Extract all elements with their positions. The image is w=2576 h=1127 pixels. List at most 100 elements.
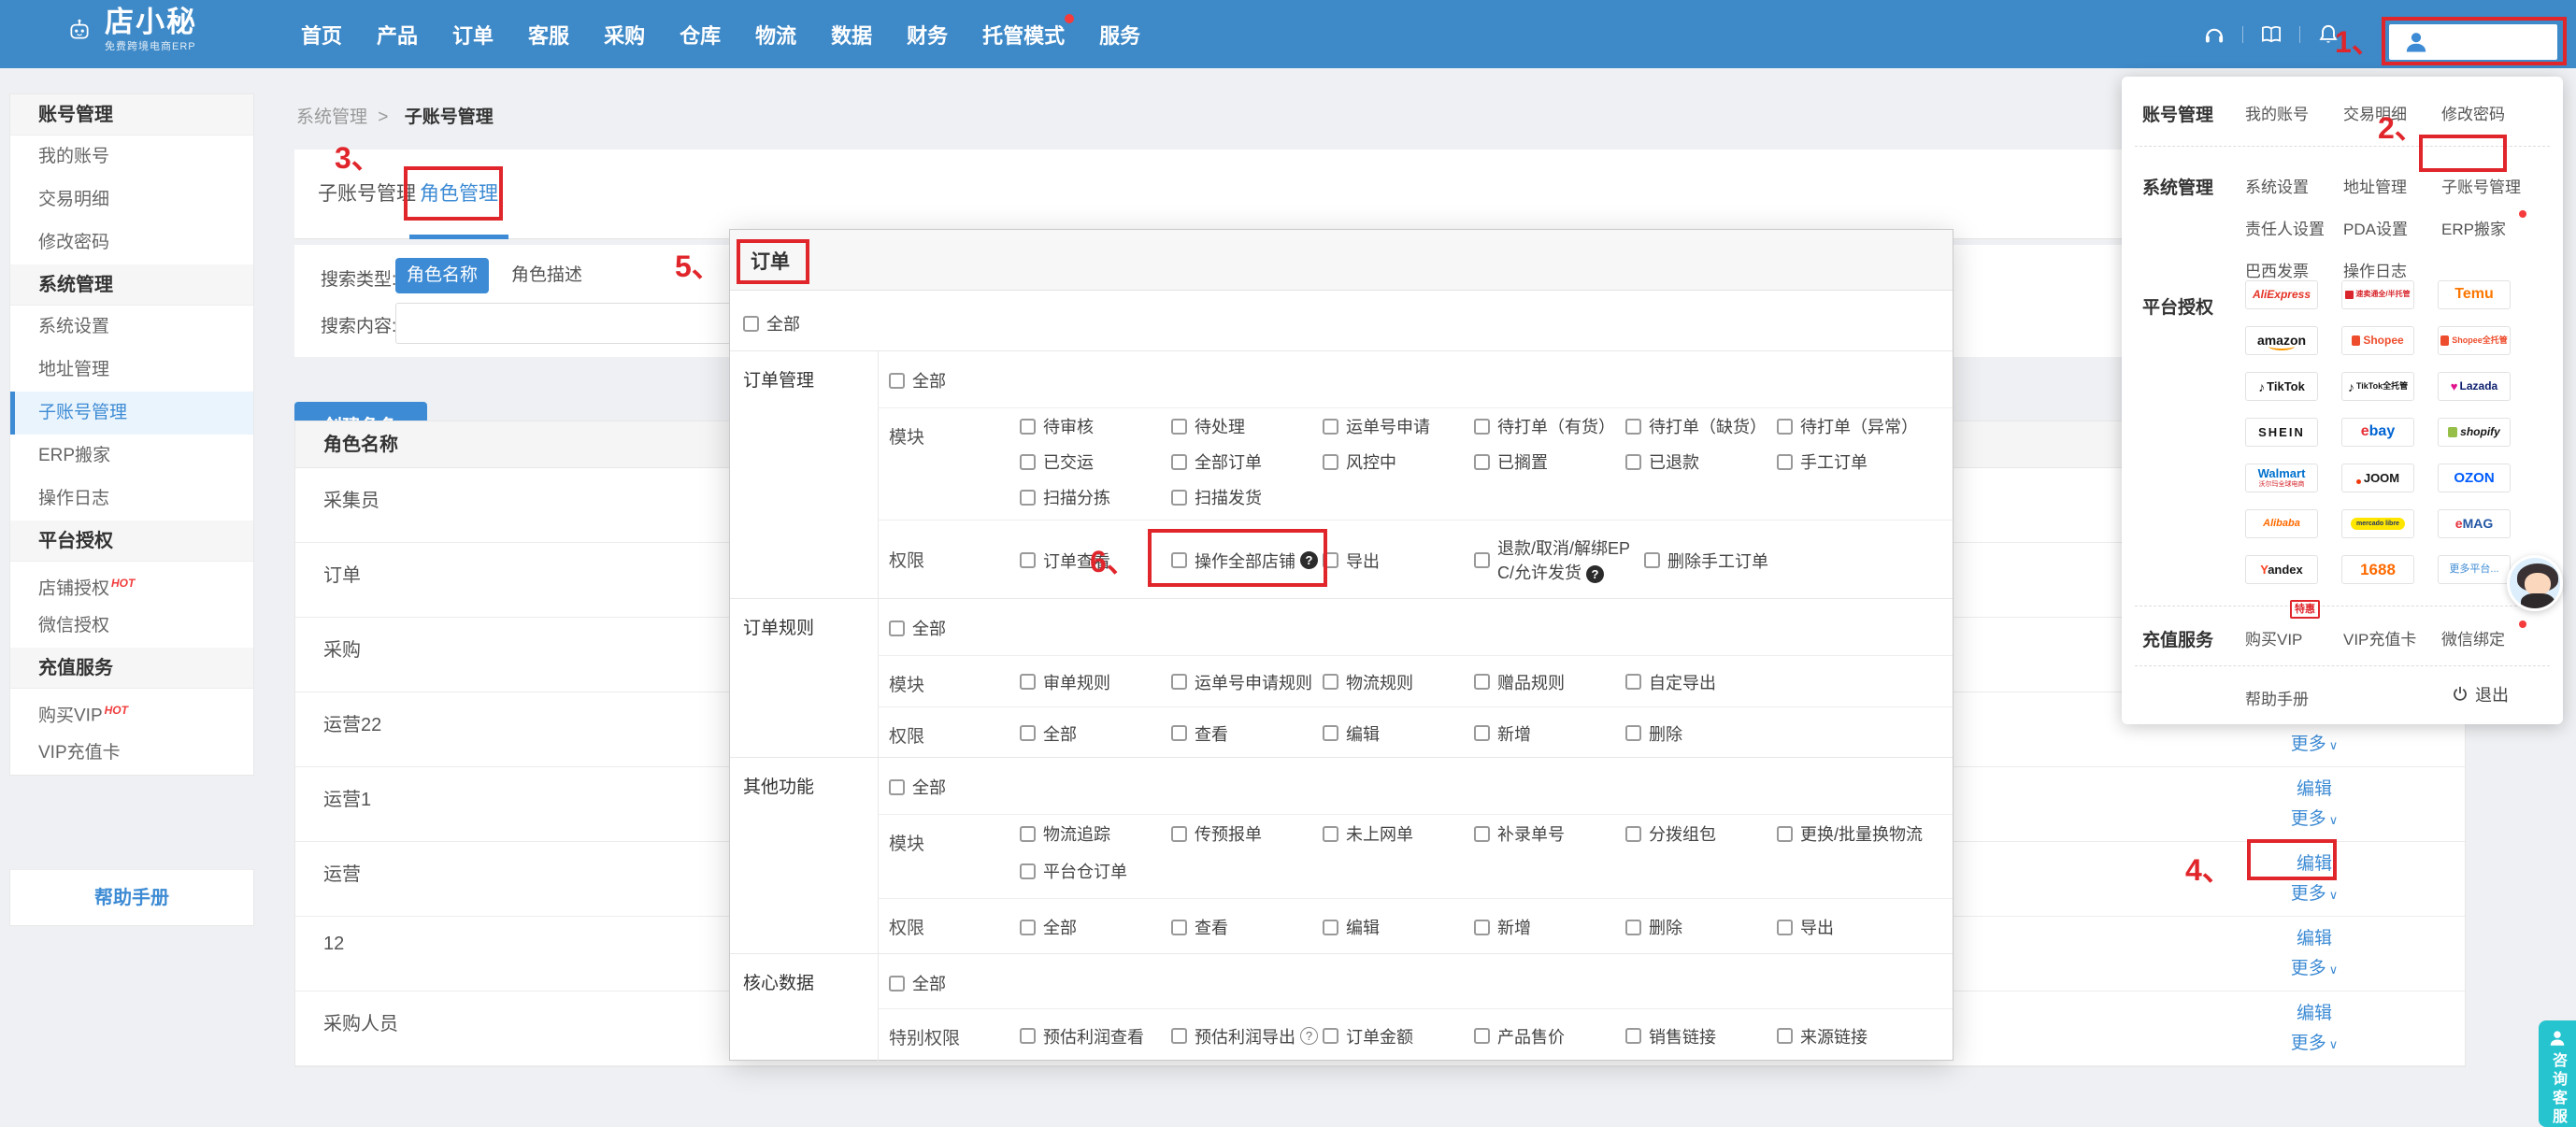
edit-link[interactable]: 编辑	[2258, 849, 2370, 879]
main-menu-item[interactable]: 托管模式	[982, 20, 1065, 50]
main-menu-item[interactable]: 数据	[831, 20, 872, 50]
module-checkbox-item[interactable]: 扫描分拣	[1020, 485, 1171, 509]
main-menu-item[interactable]: 首页	[301, 20, 342, 50]
sidebar-item[interactable]: 地址管理	[10, 349, 253, 392]
dd-link[interactable]: ERP搬家	[2441, 216, 2540, 239]
module-checkbox-item[interactable]: 审单规则	[1020, 670, 1171, 694]
dd-link[interactable]: 系统设置	[2245, 174, 2343, 197]
permission-checkbox-item[interactable]: 全部	[1020, 915, 1171, 939]
platform-auth-button[interactable]: Shopee	[2341, 326, 2414, 355]
platform-auth-button[interactable]: 1688	[2341, 555, 2414, 584]
platform-auth-button[interactable]: Lazada	[2438, 372, 2511, 401]
main-menu-item[interactable]: 订单	[452, 20, 494, 50]
search-type-role-desc[interactable]: 角色描述	[511, 258, 582, 293]
more-link[interactable]: 更多∨	[2258, 1029, 2370, 1060]
logout-button[interactable]: 退出	[2451, 682, 2509, 706]
module-checkbox-item[interactable]: 已搁置	[1474, 449, 1625, 474]
vip-card-link[interactable]: VIP充值卡	[2343, 626, 2441, 649]
tab-subaccount[interactable]: 子账号管理	[308, 150, 425, 238]
module-checkbox-item[interactable]: 传预报单	[1171, 821, 1323, 846]
permission-checkbox-item[interactable]: 全部	[1020, 721, 1171, 746]
main-menu-item[interactable]: 物流	[755, 20, 796, 50]
perm-refund-cancel[interactable]: 退款/取消/解绑EPC/允许发货?	[1474, 536, 1644, 585]
sidebar-item[interactable]: ERP搬家	[10, 435, 253, 478]
platform-auth-button[interactable]: Temu	[2438, 280, 2511, 309]
sidebar-item[interactable]: 店铺授权HOT	[10, 562, 253, 605]
permission-checkbox-item[interactable]: 新增	[1474, 915, 1625, 939]
dd-link[interactable]: 交易明细	[2343, 101, 2441, 124]
help-manual-link[interactable]: 帮助手册	[2245, 686, 2343, 709]
module-checkbox-item[interactable]: 待打单（有货）	[1474, 414, 1625, 438]
main-menu-item[interactable]: 服务	[1099, 20, 1140, 50]
section-all-checkbox[interactable]: 全部	[889, 971, 946, 995]
dd-link[interactable]: 巴西发票	[2245, 258, 2343, 281]
section-all-checkbox[interactable]: 全部	[889, 775, 946, 799]
special-permission-checkbox-item[interactable]: 来源链接	[1777, 1024, 1928, 1049]
customer-service-avatar[interactable]	[2507, 555, 2563, 611]
permission-checkbox-item[interactable]: 导出	[1777, 915, 1928, 939]
module-checkbox-item[interactable]: 风控中	[1323, 449, 1474, 474]
platform-auth-button[interactable]: AliExpress	[2245, 280, 2318, 309]
module-checkbox-item[interactable]: 已退款	[1625, 449, 1777, 474]
perm-operate-all-shops[interactable]: 操作全部店铺?	[1171, 549, 1323, 573]
permission-checkbox-item[interactable]: 编辑	[1323, 915, 1474, 939]
dd-link[interactable]: PDA设置	[2343, 216, 2441, 239]
platform-auth-button[interactable]: 速卖通全/半托管	[2341, 280, 2414, 309]
dd-link[interactable]: 地址管理	[2343, 174, 2441, 197]
platform-auth-button[interactable]: JOOM	[2341, 464, 2414, 492]
sidebar-item[interactable]: 我的账号	[10, 136, 253, 178]
sidebar-item[interactable]: 修改密码	[10, 221, 253, 264]
module-checkbox-item[interactable]: 物流规则	[1323, 670, 1474, 694]
module-checkbox-item[interactable]: 更换/批量换物流	[1777, 821, 1928, 846]
platform-auth-button[interactable]: mercado libre	[2341, 509, 2414, 538]
permission-checkbox-item[interactable]: 编辑	[1323, 721, 1474, 746]
module-checkbox-item[interactable]: 待审核	[1020, 414, 1171, 438]
module-checkbox-item[interactable]: 待打单（缺货）	[1625, 414, 1777, 438]
sidebar-item[interactable]: 微信授权	[10, 605, 253, 648]
sidebar-item[interactable]: 操作日志	[10, 478, 253, 521]
platform-auth-button[interactable]: TikTok	[2245, 372, 2318, 401]
consult-customer-service-button[interactable]: 咨询客服	[2539, 1020, 2576, 1127]
search-type-role-name[interactable]: 角色名称	[395, 258, 489, 293]
special-permission-checkbox-item[interactable]: 订单金额	[1323, 1024, 1474, 1049]
perm-delete-manual-order[interactable]: 删除手工订单	[1644, 549, 1796, 573]
special-permission-checkbox-item[interactable]: 预估利润导出?	[1171, 1024, 1323, 1049]
dd-link[interactable]: 修改密码	[2441, 101, 2540, 124]
module-checkbox-item[interactable]: 补录单号	[1474, 821, 1625, 846]
edit-link[interactable]: 编辑	[2258, 999, 2370, 1029]
section-all-checkbox[interactable]: 全部	[889, 616, 946, 640]
sidebar-item[interactable]: VIP充值卡	[10, 732, 253, 775]
main-menu-item[interactable]: 采购	[604, 20, 645, 50]
platform-auth-button[interactable]: TikTok全托管	[2341, 372, 2414, 401]
platform-auth-button[interactable]: Shopee全托管	[2438, 326, 2511, 355]
main-menu-item[interactable]: 财务	[907, 20, 948, 50]
platform-auth-button[interactable]: shopify	[2438, 418, 2511, 447]
more-link[interactable]: 更多∨	[2258, 805, 2370, 835]
help-icon[interactable]: ?	[1586, 565, 1604, 583]
permission-checkbox-item[interactable]: 查看	[1171, 721, 1323, 746]
wechat-bind-link[interactable]: 微信绑定	[2441, 626, 2540, 649]
permission-checkbox-item[interactable]: 查看	[1171, 915, 1323, 939]
perm-order-view[interactable]: 订单查看	[1020, 549, 1171, 573]
more-link[interactable]: 更多∨	[2258, 730, 2370, 761]
breadcrumb-root[interactable]: 系统管理	[296, 107, 367, 127]
platform-auth-button[interactable]: eMAG	[2438, 509, 2511, 538]
special-permission-checkbox-item[interactable]: 销售链接	[1625, 1024, 1777, 1049]
platform-auth-button[interactable]: Walmart 沃尔玛全球电商	[2245, 464, 2318, 492]
permission-checkbox-item[interactable]: 删除	[1625, 915, 1777, 939]
platform-auth-button[interactable]: OZON	[2438, 464, 2511, 492]
module-checkbox-item[interactable]: 自定导出	[1625, 670, 1777, 694]
section-all-checkbox[interactable]: 全部	[889, 368, 946, 392]
app-logo[interactable]: 店小秘 免费跨境电商ERP	[67, 7, 197, 53]
main-menu-item[interactable]: 客服	[528, 20, 569, 50]
platform-auth-button[interactable]: amazon	[2245, 326, 2318, 355]
buy-vip-link[interactable]: 购买VIP	[2245, 626, 2343, 649]
tab-role-management[interactable]: 角色管理	[409, 150, 508, 238]
module-checkbox-item[interactable]: 赠品规则	[1474, 670, 1625, 694]
module-checkbox-item[interactable]: 运单号申请规则	[1171, 670, 1323, 694]
sidebar-item[interactable]: 子账号管理	[10, 392, 253, 435]
module-checkbox-item[interactable]: 平台仓订单	[1020, 859, 1171, 883]
select-all-checkbox[interactable]: 全部	[743, 311, 800, 335]
module-checkbox-item[interactable]: 未上网单	[1323, 821, 1474, 846]
permission-checkbox-item[interactable]: 新增	[1474, 721, 1625, 746]
